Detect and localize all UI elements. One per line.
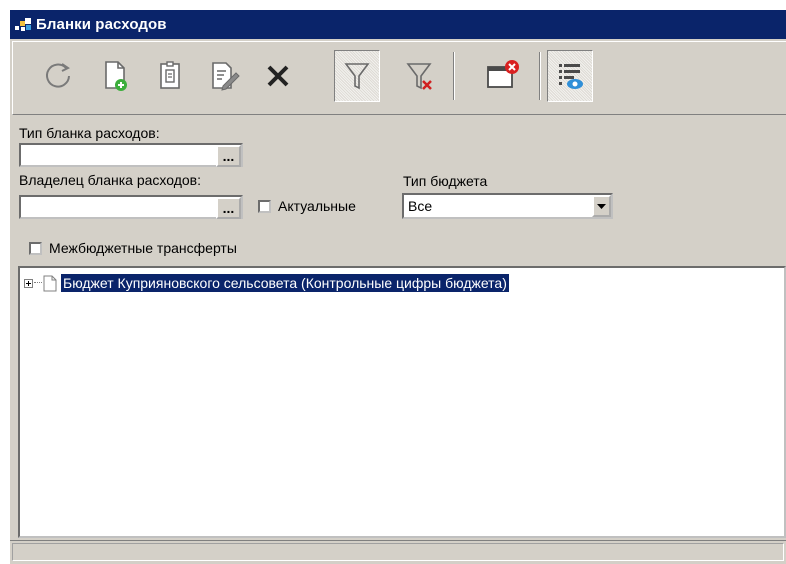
- tree-item-label: Бюджет Куприяновского сельсовета (Контро…: [61, 274, 509, 292]
- filter-button[interactable]: [334, 50, 380, 102]
- delete-button[interactable]: [255, 50, 301, 102]
- interbudget-checkbox[interactable]: [29, 242, 42, 255]
- budget-type-label: Тип бюджета: [403, 173, 488, 189]
- status-bar: [10, 540, 786, 564]
- budget-type-select[interactable]: Все: [402, 193, 613, 219]
- budget-type-value: Все: [408, 198, 433, 214]
- actual-checkbox[interactable]: [258, 200, 271, 213]
- edit-document-icon: [212, 62, 240, 91]
- delete-icon: [267, 65, 289, 87]
- new-document-icon: [105, 61, 127, 91]
- title-bar: Бланки расходов: [10, 10, 786, 39]
- expense-form-owner-label: Владелец бланка расходов:: [19, 172, 202, 188]
- status-panel: [12, 543, 784, 561]
- expense-form-owner-field[interactable]: ...: [19, 195, 243, 219]
- refresh-button[interactable]: [35, 50, 81, 102]
- refresh-icon: [46, 63, 70, 88]
- clear-filter-button[interactable]: [397, 50, 443, 102]
- expense-forms-window: Бланки расходов Тип бланка расходов: ...…: [10, 10, 786, 564]
- view-list-icon: [559, 64, 583, 89]
- document-icon: [43, 275, 57, 291]
- toolbar-separator: [453, 52, 455, 100]
- new-document-button[interactable]: [93, 50, 139, 102]
- close-window-icon: [487, 60, 519, 88]
- window-title: Бланки расходов: [36, 16, 167, 33]
- edit-document-button[interactable]: [201, 50, 247, 102]
- tree-item[interactable]: Бюджет Куприяновского сельсовета (Контро…: [24, 273, 509, 293]
- toolbar-separator: [539, 52, 541, 100]
- budget-tree[interactable]: Бюджет Куприяновского сельсовета (Контро…: [18, 266, 786, 538]
- app-icon: [14, 15, 34, 35]
- close-window-button[interactable]: [479, 50, 525, 102]
- tree-connector: [34, 282, 42, 284]
- view-list-button[interactable]: [547, 50, 593, 102]
- expense-form-owner-browse-button[interactable]: ...: [216, 197, 241, 219]
- actual-checkbox-label: Актуальные: [278, 198, 356, 214]
- copy-document-button[interactable]: [147, 50, 193, 102]
- expand-icon[interactable]: [24, 278, 33, 288]
- expense-form-type-field[interactable]: ...: [19, 143, 243, 167]
- copy-document-icon: [160, 61, 180, 89]
- chevron-down-icon[interactable]: [592, 195, 611, 217]
- toolbar: [12, 41, 786, 115]
- expense-form-type-browse-button[interactable]: ...: [216, 145, 241, 167]
- filter-icon: [344, 63, 370, 90]
- interbudget-checkbox-label: Межбюджетные трансферты: [49, 240, 237, 256]
- expense-form-type-label: Тип бланка расходов:: [19, 125, 160, 141]
- clear-filter-icon: [406, 63, 432, 90]
